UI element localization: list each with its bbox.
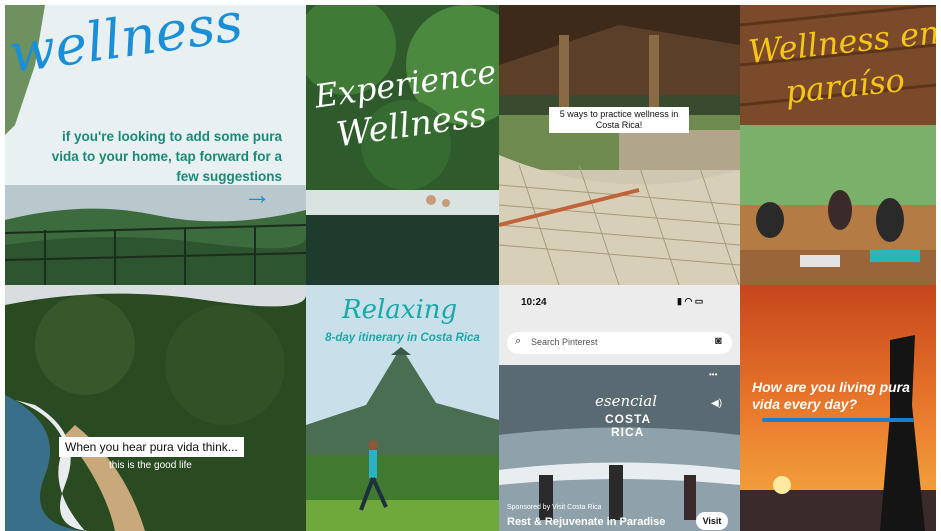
volume-icon[interactable]: ◀): [711, 398, 722, 409]
brand-script: esencial: [595, 392, 658, 410]
subtitle: 8-day itinerary in Costa Rica: [325, 332, 480, 344]
status-time: 10:24: [521, 297, 547, 308]
arrow-right-icon: →: [243, 179, 271, 210]
visit-button[interactable]: Visit: [696, 512, 728, 530]
pin-wellness-paraiso[interactable]: Wellness en paraíso: [740, 5, 936, 285]
tile-background: [499, 5, 740, 285]
ad-title: Rest & Rejuvenate in Paradise: [507, 516, 666, 528]
pin-pura-vida-coast[interactable]: When you hear pura vida think... this is…: [5, 285, 306, 531]
sponsor-label: Sponsored by Visit Costa Rica: [507, 504, 602, 511]
search-input[interactable]: ⌕ Search Pinterest ◙: [507, 332, 732, 354]
camera-icon[interactable]: ◙: [715, 335, 722, 347]
pin-sunset-pura-vida[interactable]: How are you living pura vida every day?: [740, 285, 936, 531]
caption-label: When you hear pura vida think...: [59, 437, 244, 457]
sub-caption: this is the good life: [109, 460, 192, 471]
search-placeholder: Search Pinterest: [531, 337, 598, 347]
caption-text: How are you living pura vida every day?: [752, 379, 910, 412]
intro-text: if you're looking to add some pura vida …: [51, 129, 282, 184]
script-title: Relaxing: [342, 295, 458, 325]
accent-bar: [762, 418, 914, 422]
search-icon: ⌕: [515, 335, 522, 347]
more-options-icon[interactable]: •••: [709, 370, 717, 379]
pin-hammocks[interactable]: 5 ways to practice wellness in Costa Ric…: [499, 5, 740, 285]
tile-background: [5, 285, 306, 531]
pin-relaxing-itinerary[interactable]: Relaxing 8-day itinerary in Costa Rica: [306, 285, 499, 531]
brand-rica: RICA: [611, 425, 645, 439]
brand-costa: COSTA: [605, 412, 652, 426]
status-icons: ▮ ◠ ▭: [677, 296, 704, 306]
pin-phone-screenshot[interactable]: 10:24 ▮ ◠ ▭ ⌕ Search Pinterest ◙ ••• ese…: [499, 285, 740, 531]
pin-wellness-intro[interactable]: wellness if you're looking to add some p…: [5, 5, 306, 285]
pin-experience-wellness[interactable]: Experience Wellness: [306, 5, 499, 285]
caption-label: 5 ways to practice wellness in Costa Ric…: [549, 107, 689, 133]
pin-grid: wellness if you're looking to add some p…: [0, 0, 941, 531]
